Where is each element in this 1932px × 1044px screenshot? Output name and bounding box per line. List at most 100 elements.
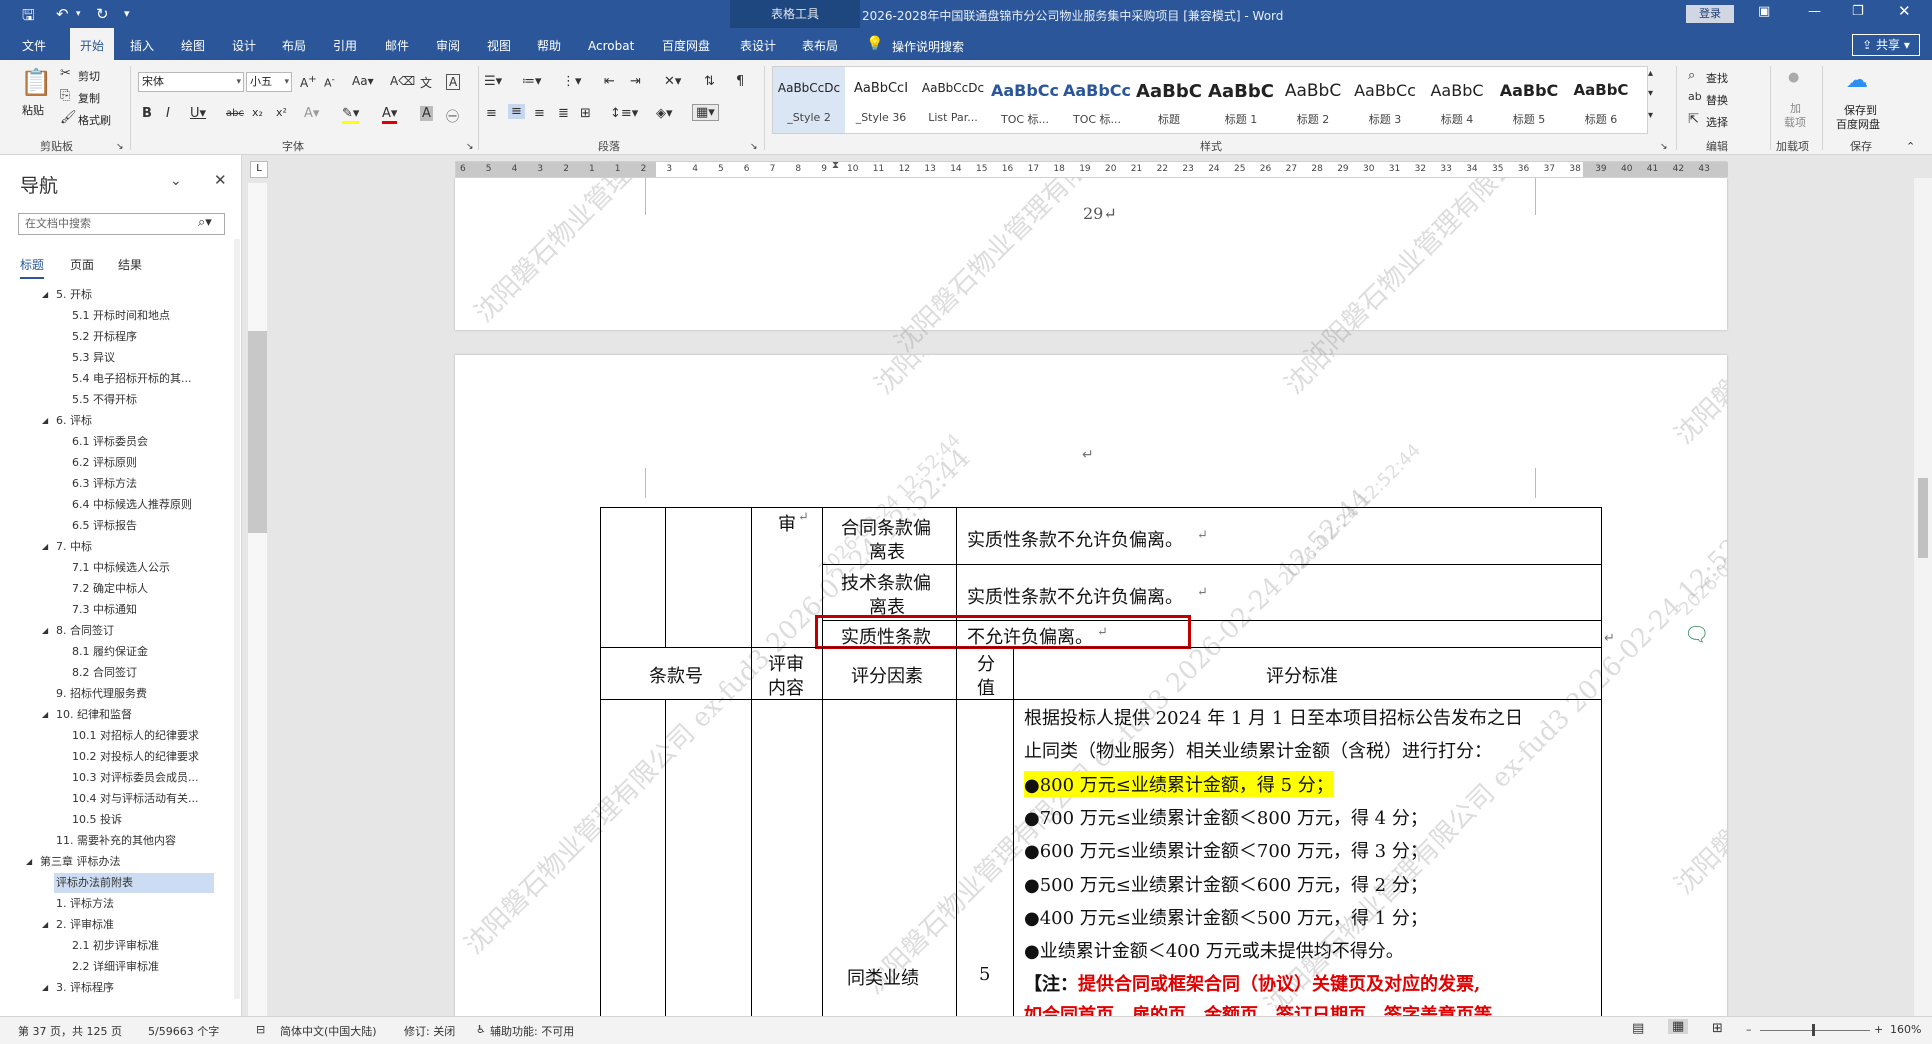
gallery-scroll-up-icon[interactable]: ▴: [1648, 68, 1653, 79]
table-cell[interactable]: [665, 507, 752, 648]
numbering-icon[interactable]: ≔▾: [522, 74, 542, 89]
borders-icon[interactable]: ▦▾: [692, 104, 719, 121]
nav-heading-item[interactable]: 5.3 异议: [72, 348, 115, 368]
nav-heading-item[interactable]: 5. 开标: [56, 285, 92, 305]
collapse-arrow-icon[interactable]: ◢: [42, 285, 48, 305]
clear-formatting-icon[interactable]: A⌫: [390, 74, 415, 88]
table-header-cell[interactable]: 条款号: [600, 647, 752, 700]
strikethrough-icon[interactable]: abc: [226, 108, 244, 119]
tab-baidu-netdisk[interactable]: 百度网盘: [662, 28, 710, 60]
paste-button[interactable]: 粘贴: [22, 102, 44, 118]
dialog-launcher-icon[interactable]: ↘: [750, 142, 758, 152]
zoom-out-icon[interactable]: –: [1746, 1023, 1752, 1036]
decrease-indent-icon[interactable]: ⇤: [604, 74, 615, 89]
table-cell[interactable]: [751, 699, 823, 1016]
underline-icon[interactable]: U▾: [190, 106, 206, 121]
minimize-icon[interactable]: —: [1808, 4, 1821, 19]
character-border-icon[interactable]: A: [446, 74, 461, 90]
tab-table-layout[interactable]: 表布局: [802, 28, 838, 60]
table-header-cell[interactable]: 分 值: [956, 647, 1014, 700]
proofing-icon[interactable]: ⊟: [256, 1023, 265, 1036]
nav-heading-item[interactable]: 7.2 确定中标人: [72, 579, 148, 599]
style-item[interactable]: AaBbC 标题 4: [1421, 67, 1493, 133]
style-item[interactable]: AaBbCc TOC 标...: [1061, 67, 1133, 133]
chinese-layout-icon[interactable]: ✕▾: [664, 74, 681, 89]
scoring-standard-cell[interactable]: 根据投标人提供 2024 年 1 月 1 日至本项目招标公告发布之日 止同类（物…: [1013, 699, 1602, 1016]
tab-file[interactable]: 文件: [22, 28, 46, 60]
collapse-arrow-icon[interactable]: ◢: [42, 537, 48, 557]
addins-button-line2[interactable]: 载项: [1784, 114, 1806, 130]
align-center-icon[interactable]: ≡: [508, 104, 525, 119]
restore-icon[interactable]: ❐: [1852, 4, 1864, 19]
table-cell[interactable]: 技术条款偏 离表: [822, 564, 957, 621]
login-button[interactable]: 登录: [1686, 5, 1734, 23]
style-item[interactable]: AaBbC 标题 6: [1565, 67, 1637, 133]
gallery-more-icon[interactable]: ▾: [1648, 110, 1653, 121]
nav-heading-item[interactable]: 9. 招标代理服务费: [56, 684, 147, 704]
copy-button[interactable]: 复制: [78, 90, 100, 106]
table-cell[interactable]: [600, 699, 666, 1016]
table-cell[interactable]: 实质性条款不允许负偏离。 ↵: [956, 564, 1602, 621]
search-icon[interactable]: ⌕▾: [198, 215, 212, 230]
addins-icon[interactable]: ●: [1788, 70, 1799, 85]
search-icon[interactable]: ⌕: [1688, 68, 1695, 83]
scrollbar-thumb[interactable]: [1918, 478, 1928, 558]
save-icon[interactable]: 🖫: [22, 5, 35, 30]
phonetic-guide-icon[interactable]: 文: [420, 74, 432, 91]
nav-heading-item[interactable]: 6. 评标: [56, 411, 92, 431]
table-cell[interactable]: 合同条款偏 离表: [822, 507, 957, 565]
save-to-baidu-line2[interactable]: 百度网盘: [1836, 116, 1880, 132]
tab-mailings[interactable]: 邮件: [385, 28, 409, 60]
distributed-icon[interactable]: ⊞: [580, 106, 591, 121]
read-mode-icon[interactable]: ▤: [1632, 1021, 1644, 1036]
nav-heading-item[interactable]: 8. 合同签订: [56, 621, 114, 641]
find-button[interactable]: 查找: [1706, 70, 1728, 86]
language-indicator[interactable]: 简体中文(中国大陆): [280, 1023, 377, 1039]
character-shading-icon[interactable]: A: [420, 106, 433, 121]
replace-button[interactable]: 替换: [1706, 92, 1728, 108]
nav-heading-item[interactable]: 5.2 开标程序: [72, 327, 137, 347]
tab-insert[interactable]: 插入: [130, 28, 154, 60]
nav-heading-item[interactable]: 10. 纪律和监督: [56, 705, 132, 725]
zoom-slider-thumb[interactable]: [1812, 1024, 1815, 1036]
enclose-characters-icon[interactable]: ㊀: [446, 106, 459, 125]
format-painter-button[interactable]: 格式刷: [78, 112, 111, 128]
tab-table-design[interactable]: 表设计: [740, 28, 776, 60]
nav-tab-pages[interactable]: 页面: [70, 256, 94, 273]
nav-heading-item[interactable]: 8.1 履约保证金: [72, 642, 148, 662]
nav-heading-item[interactable]: 7. 中标: [56, 537, 92, 557]
ribbon-display-options-icon[interactable]: ▣: [1758, 4, 1770, 19]
style-item[interactable]: AaBbCcDc List Par...: [917, 67, 989, 133]
table-cell[interactable]: [665, 699, 752, 1016]
table-cell[interactable]: 同类业绩: [822, 699, 957, 1016]
tell-me-search[interactable]: 操作说明搜索: [892, 38, 964, 55]
line-spacing-icon[interactable]: ↕≡▾: [610, 106, 638, 121]
style-item[interactable]: AaBbCc TOC 标...: [989, 67, 1061, 133]
style-item[interactable]: AaBbC 标题 2: [1277, 67, 1349, 133]
tab-home[interactable]: 开始: [70, 28, 115, 60]
dialog-launcher-icon[interactable]: ↘: [466, 142, 474, 152]
nav-heading-item[interactable]: 2.2 详细评审标准: [72, 957, 159, 977]
nav-heading-item[interactable]: 10.1 对招标人的纪律要求: [72, 726, 199, 746]
table-cell[interactable]: [600, 507, 666, 648]
change-case-icon[interactable]: Aa▾: [352, 74, 374, 88]
tab-selector[interactable]: L: [250, 161, 268, 178]
nav-heading-item[interactable]: 第三章 评标办法: [40, 852, 121, 872]
close-icon[interactable]: ✕: [1898, 2, 1911, 20]
undo-dropdown-icon[interactable]: ▾: [76, 9, 81, 19]
nav-heading-item[interactable]: 评标办法前附表: [54, 873, 214, 893]
multilevel-list-icon[interactable]: ⋮▾: [562, 74, 582, 89]
table-header-cell[interactable]: 评审 内容: [751, 647, 823, 700]
track-changes-status[interactable]: 修订: 关闭: [404, 1023, 455, 1039]
collapse-arrow-icon[interactable]: ◢: [42, 915, 48, 935]
gallery-scroll-down-icon[interactable]: ▾: [1648, 88, 1653, 99]
increase-indent-icon[interactable]: ⇥: [630, 74, 641, 89]
nav-scrollbar[interactable]: [234, 239, 240, 999]
highlight-color-icon[interactable]: ✎▾: [342, 106, 360, 124]
nav-heading-item[interactable]: 6.4 中标候选人推荐原则: [72, 495, 192, 515]
bullets-icon[interactable]: ☰▾: [484, 74, 502, 89]
nav-heading-item[interactable]: 10.5 投诉: [72, 810, 122, 830]
accessibility-status[interactable]: 辅助功能: 不可用: [490, 1023, 574, 1039]
accessibility-icon[interactable]: ♿: [476, 1023, 486, 1036]
style-item[interactable]: AaBbC 标题 1: [1205, 67, 1277, 133]
